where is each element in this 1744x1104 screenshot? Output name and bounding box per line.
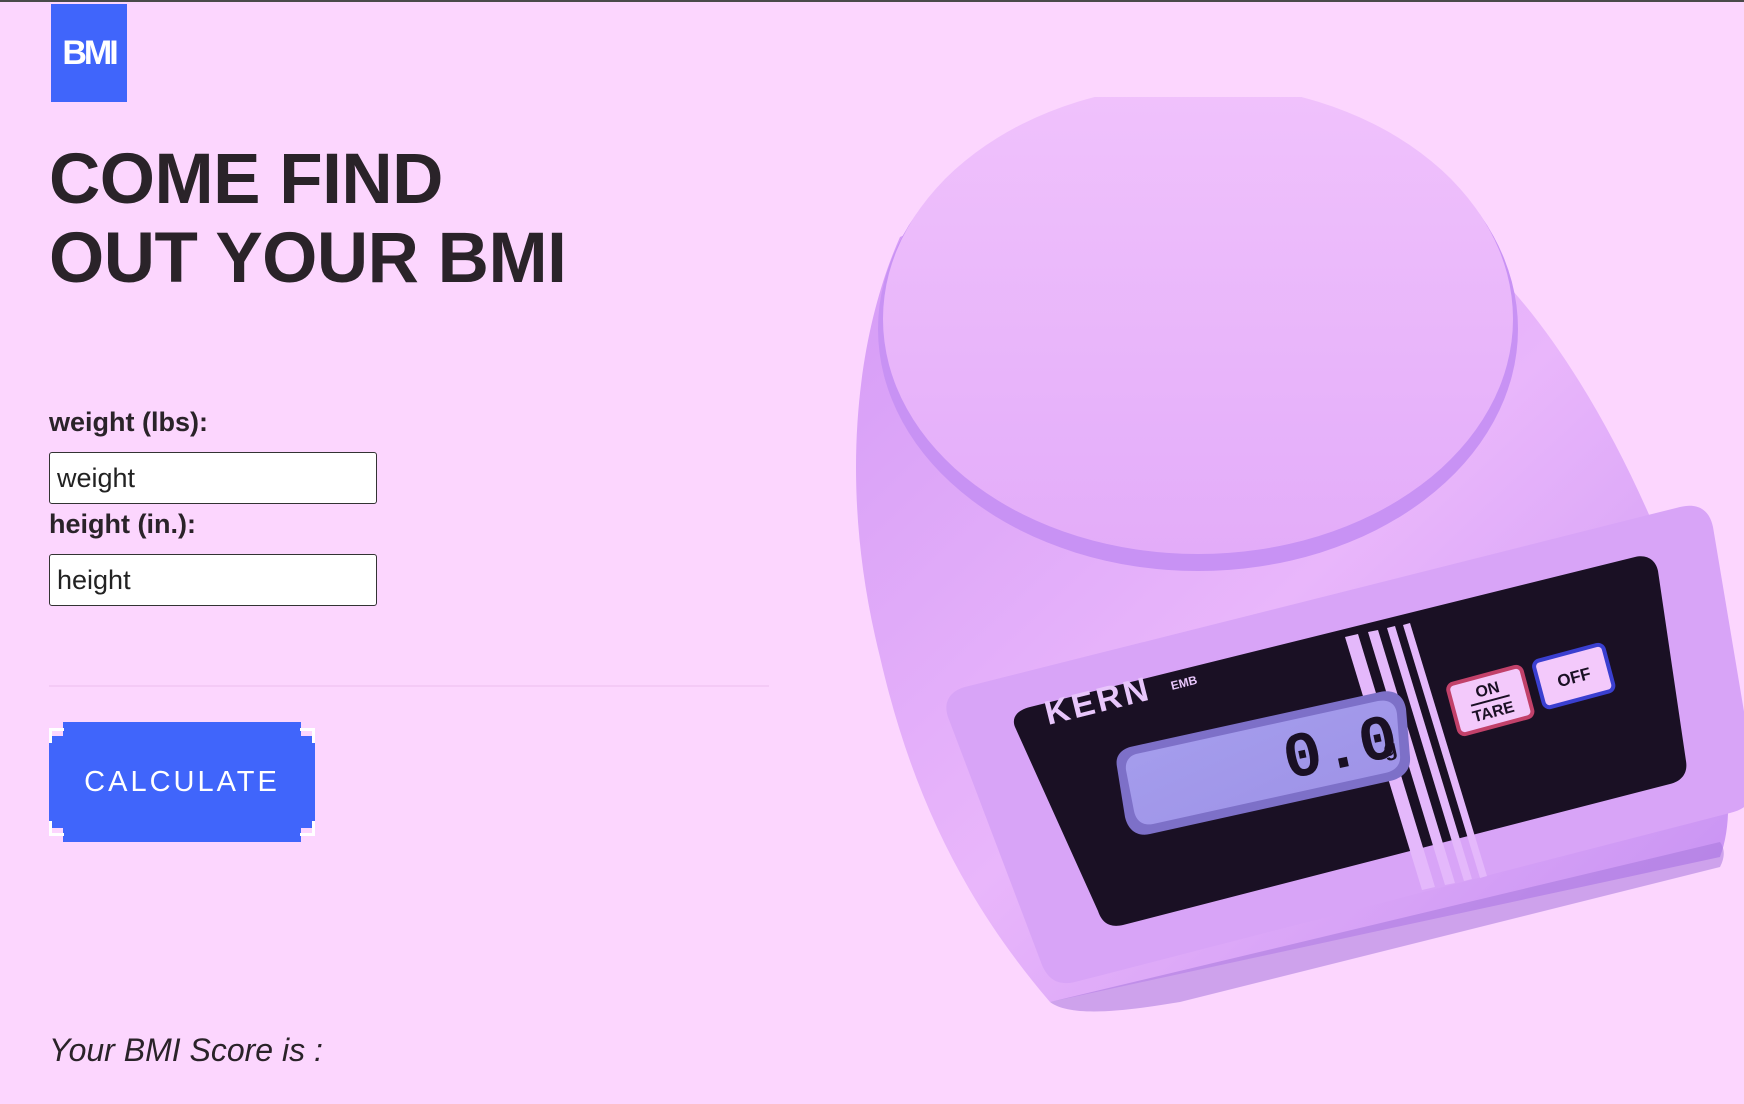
corner-decoration (300, 728, 315, 743)
height-label: height (in.): (49, 509, 196, 539)
calculate-button[interactable]: CALCULATE (49, 722, 315, 842)
bmi-result: Your BMI Score is : (49, 1032, 323, 1069)
height-input[interactable] (49, 554, 377, 606)
calculate-button-wrapper: CALCULATE (49, 722, 315, 842)
form-divider (49, 685, 769, 687)
bmi-logo[interactable]: BMI (51, 4, 127, 102)
corner-decoration (49, 728, 64, 743)
weight-label: weight (lbs): (49, 407, 208, 437)
bmi-result-label: Your BMI Score is : (49, 1032, 323, 1068)
corner-decoration (300, 821, 315, 836)
corner-decoration (49, 821, 64, 836)
weight-input[interactable] (49, 452, 377, 504)
scale-plate (883, 97, 1513, 554)
kitchen-scale-image: 0.0 g KERN EMB ON TARE OFF (820, 97, 1744, 1032)
page-headline: COME FIND OUT YOUR BMI (49, 140, 567, 298)
